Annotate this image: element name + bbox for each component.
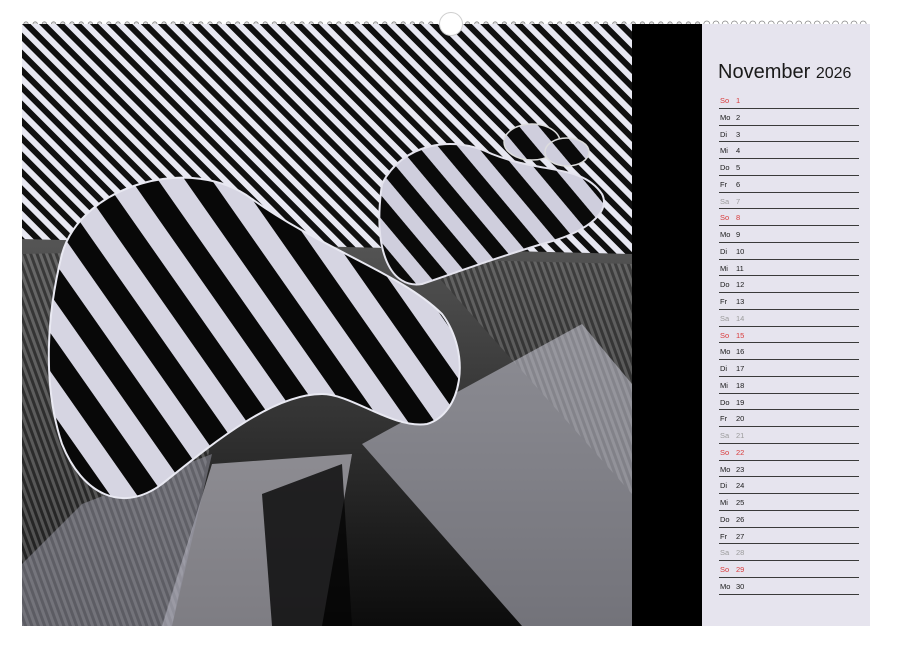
day-row: Sa 21 [719,427,859,444]
day-row: Do 19 [719,394,859,411]
day-row: Mo 30 [719,578,859,595]
day-number: 4 [736,146,741,156]
weekday-label: So [720,213,730,223]
day-number: 26 [736,514,745,524]
day-row: Di 3 [719,126,859,143]
day-row: Di 24 [719,477,859,494]
weekday-label: Di [720,364,728,373]
day-number: 1 [736,96,741,105]
day-number: 24 [736,481,745,491]
day-row: So 22 [719,444,859,461]
calendar-artwork [22,24,702,626]
day-row: Sa 7 [719,193,859,210]
wall-calendar-page: November 2026 So 1 Mo 2 Di 3 Mi 4 Do 5 Fr 6 Sa 7 So 8 Mo… [0,0,899,648]
day-number: 27 [736,531,745,541]
day-number: 29 [736,565,745,574]
day-row: Fr 20 [719,410,859,427]
weekday-label: Di [720,246,728,256]
weekday-label: Mo [720,581,731,591]
day-row: Do 12 [719,276,859,293]
weekday-label: Di [720,129,728,139]
day-number: 22 [736,447,745,457]
weekday-label: So [720,96,730,105]
day-number: 12 [736,280,745,290]
day-number: 2 [736,112,741,122]
day-row: Mi 11 [719,260,859,277]
weekday-label: Do [720,397,730,407]
day-number: 7 [736,196,741,206]
day-row: So 8 [719,209,859,226]
day-number: 18 [736,380,745,390]
month-title: November 2026 [718,61,851,84]
day-row: Do 5 [719,159,859,176]
day-number: 28 [736,548,745,558]
day-row: Di 17 [719,360,859,377]
weekday-label: So [720,447,730,457]
hanging-hook-hole [439,12,463,36]
weekday-label: Mi [720,498,728,507]
weekday-label: Fr [720,297,728,306]
day-number: 30 [736,581,745,591]
day-row: Mo 23 [719,461,859,478]
day-number: 11 [736,263,744,273]
weekday-label: Mo [720,112,731,122]
day-row: Sa 28 [719,544,859,561]
weekday-label: Sa [720,313,730,323]
day-row: Sa 14 [719,310,859,327]
day-row: Mo 9 [719,226,859,243]
day-number: 17 [736,364,745,373]
weekday-label: Mi [720,380,728,390]
day-row: So 1 [719,92,859,109]
day-number: 25 [736,498,745,507]
day-number: 16 [736,347,745,357]
weekday-label: Fr [720,531,728,541]
day-number: 21 [736,431,745,440]
weekday-label: So [720,565,730,574]
day-row: So 29 [719,561,859,578]
weekday-label: Do [720,280,730,290]
day-row: So 15 [719,327,859,344]
weekday-label: Di [720,481,728,491]
weekday-label: Do [720,163,730,172]
day-number: 13 [736,297,745,306]
day-row: Mi 25 [719,494,859,511]
weekday-label: Mo [720,230,731,239]
day-number: 15 [736,330,745,340]
weekday-label: Sa [720,431,730,440]
day-list: So 1 Mo 2 Di 3 Mi 4 Do 5 Fr 6 Sa 7 So 8 Mo 9 Di 10 Mi 11 Do 12 F… [719,92,859,595]
day-row: Mo 16 [719,343,859,360]
day-row: Fr 27 [719,528,859,545]
weekday-label: Sa [720,548,730,558]
weekday-label: Do [720,514,730,524]
abstract-striped-artwork [22,24,702,626]
day-row: Mi 18 [719,377,859,394]
day-row: Mo 2 [719,109,859,126]
weekday-label: Mo [720,347,731,357]
day-number: 20 [736,414,745,424]
day-row: Fr 6 [719,176,859,193]
day-number: 19 [736,397,745,407]
day-number: 14 [736,313,745,323]
day-row: Di 10 [719,243,859,260]
day-number: 10 [736,246,745,256]
weekday-label: Fr [720,179,728,189]
year-label: 2026 [815,65,852,82]
day-number: 6 [736,179,741,189]
day-number: 3 [736,129,741,139]
weekday-label: Fr [720,414,728,424]
day-number: 9 [736,230,741,239]
day-row: Fr 13 [719,293,859,310]
month-name: November [718,61,811,83]
weekday-label: So [720,330,730,340]
weekday-label: Mi [720,263,728,273]
day-row: Mi 4 [719,142,859,159]
day-number: 8 [736,213,741,223]
day-number: 23 [736,464,745,474]
day-number: 5 [736,163,741,172]
day-row: Do 26 [719,511,859,528]
weekday-label: Mi [720,146,728,156]
weekday-label: Sa [720,196,730,206]
weekday-label: Mo [720,464,731,474]
